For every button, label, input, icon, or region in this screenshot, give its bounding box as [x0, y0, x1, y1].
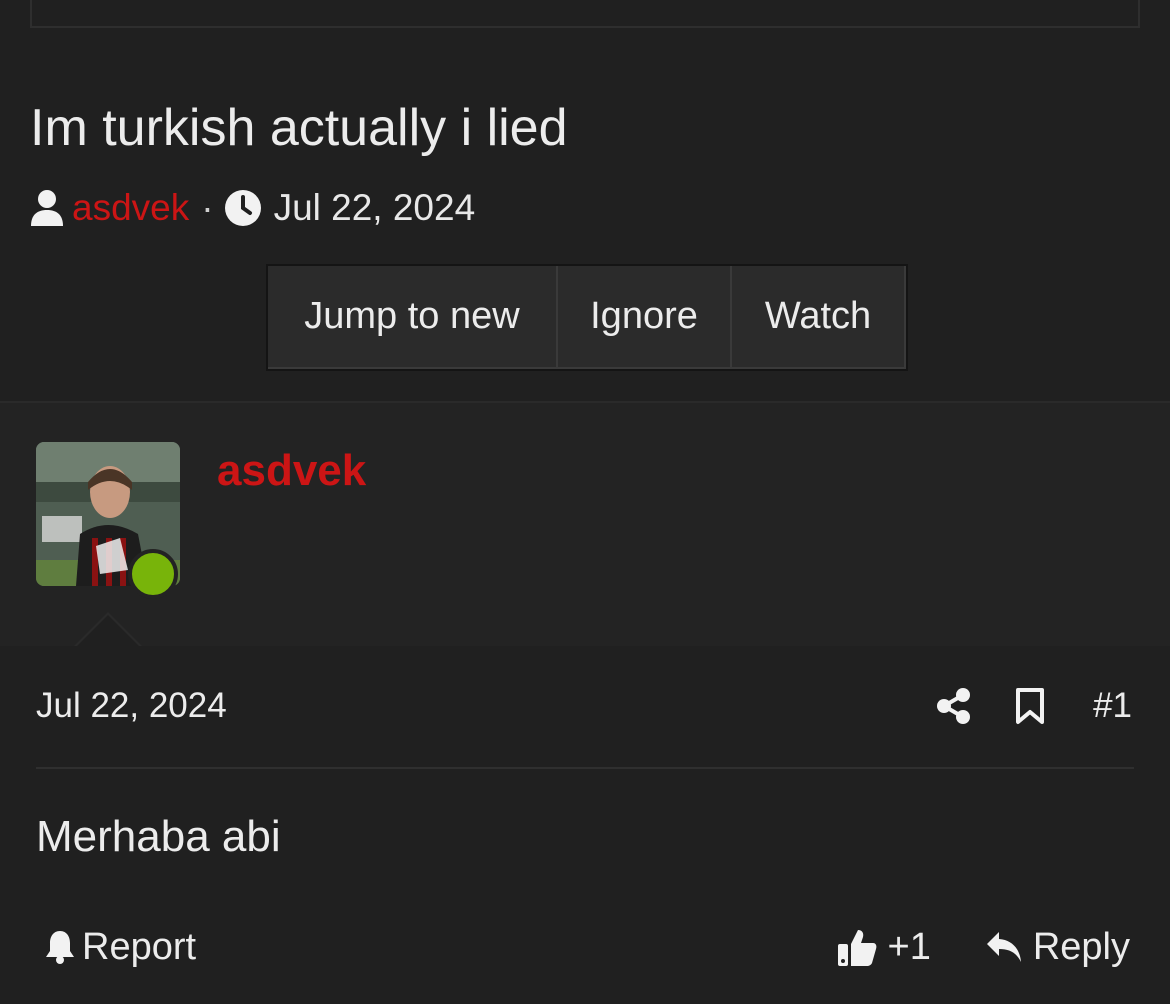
- jump-to-new-button[interactable]: Jump to new: [268, 266, 558, 369]
- ignore-button[interactable]: Ignore: [558, 266, 732, 369]
- clock-icon: [224, 189, 262, 227]
- bookmark-icon[interactable]: [1015, 687, 1045, 725]
- thread-meta: asdvek · Jul 22, 2024: [30, 184, 475, 232]
- post-footer-left: Report: [44, 922, 196, 972]
- reply-button[interactable]: Reply: [985, 926, 1130, 969]
- post-user-header: [0, 401, 1170, 646]
- post-date[interactable]: Jul 22, 2024: [36, 686, 227, 726]
- thread-date[interactable]: Jul 22, 2024: [274, 187, 476, 229]
- thread-button-group: Jump to new Ignore Watch: [266, 264, 908, 371]
- thumbs-up-icon: [836, 926, 878, 968]
- bell-icon: [44, 929, 76, 965]
- thread-page: Im turkish actually i lied asdvek · Jul …: [0, 0, 1170, 1004]
- like-button[interactable]: +1: [836, 926, 931, 969]
- post-body: Merhaba abi: [36, 812, 281, 861]
- meta-separator: ·: [201, 187, 214, 228]
- post-divider: [36, 767, 1134, 769]
- reply-icon: [985, 930, 1023, 964]
- post-attribution-actions: #1: [937, 684, 1132, 728]
- post-author-name[interactable]: asdvek: [217, 446, 366, 496]
- post-number-link[interactable]: #1: [1093, 686, 1132, 726]
- thread-title: Im turkish actually i lied: [30, 99, 568, 157]
- online-status-indicator: [128, 549, 178, 599]
- user-icon: [30, 189, 64, 227]
- like-count: +1: [887, 925, 931, 968]
- share-icon[interactable]: [937, 688, 971, 724]
- message-pointer-inner: [76, 615, 140, 647]
- previous-container-edge: [30, 0, 1140, 28]
- thread-author-link[interactable]: asdvek: [72, 187, 189, 229]
- watch-button[interactable]: Watch: [732, 266, 906, 369]
- post-footer-right: +1 Reply: [836, 922, 1130, 972]
- reply-label: Reply: [1032, 925, 1130, 968]
- report-button[interactable]: Report: [82, 926, 196, 969]
